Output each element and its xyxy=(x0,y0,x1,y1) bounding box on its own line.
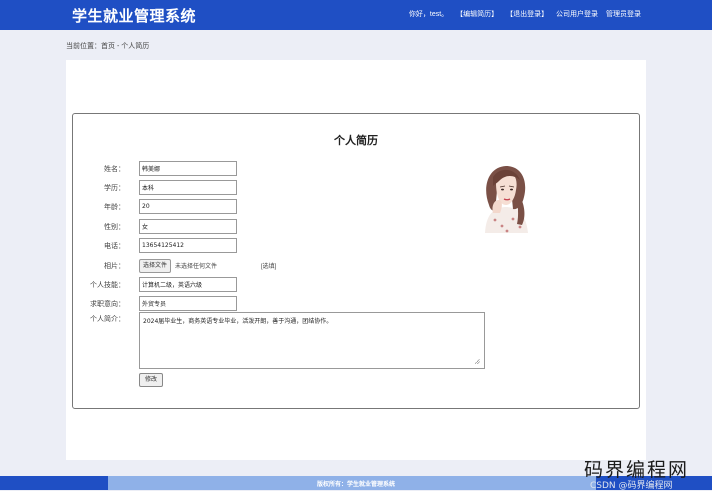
choose-file-button[interactable]: 选择文件 xyxy=(139,259,172,273)
skills-input[interactable] xyxy=(139,277,237,292)
intro-label: 个人简介： xyxy=(90,316,125,323)
site-title: 学生就业管理系统 xyxy=(72,7,197,25)
file-status-text: 未选择任何文件 xyxy=(175,264,218,270)
intro-textarea[interactable]: 2024届毕业生，商务英语专业毕业，活泼开朗，善于沟通，团结协作。 xyxy=(139,312,485,369)
modify-button[interactable]: 修改 xyxy=(139,373,164,387)
logout-link[interactable]: 【退出登录】 xyxy=(506,11,548,18)
gender-input[interactable] xyxy=(139,219,237,234)
resize-grip-icon[interactable] xyxy=(475,359,480,364)
name-input[interactable] xyxy=(139,161,237,176)
top-header: 学生就业管理系统 你好，test。 【编辑简历】 【退出登录】 公司用户登录 管… xyxy=(0,0,712,30)
form-title: 个人简历 xyxy=(334,134,378,147)
skills-label: 个人技能： xyxy=(90,282,125,289)
company-login-link[interactable]: 公司用户登录 xyxy=(556,11,598,18)
resume-form: 个人简历 姓名： 学历： 年龄： 性别： 电话： 相片： 选择文件 未选择任何文… xyxy=(72,113,640,409)
name-label: 姓名： xyxy=(104,166,125,173)
education-input[interactable] xyxy=(139,180,237,195)
top-nav: 你好，test。 【编辑简历】 【退出登录】 公司用户登录 管理员登录 xyxy=(409,9,641,19)
phone-label: 电话： xyxy=(104,243,125,250)
edit-resume-link[interactable]: 【编辑简历】 xyxy=(456,11,498,18)
phone-input[interactable] xyxy=(139,238,237,253)
content-panel: 个人简历 姓名： 学历： 年龄： 性别： 电话： 相片： 选择文件 未选择任何文… xyxy=(66,60,646,460)
optional-note: [选填] xyxy=(261,264,277,270)
user-greeting: 你好，test。 xyxy=(408,11,449,18)
avatar-photo xyxy=(471,161,539,233)
job-intention-label: 求职意向： xyxy=(90,301,125,308)
age-input[interactable] xyxy=(139,199,237,214)
education-label: 学历： xyxy=(104,185,125,192)
admin-login-link[interactable]: 管理员登录 xyxy=(606,11,641,18)
photo-label: 相片： xyxy=(104,263,125,270)
gender-label: 性别： xyxy=(104,224,125,231)
age-label: 年龄： xyxy=(104,204,125,211)
watermark-subtext: CSDN @码界编程网 xyxy=(590,481,673,491)
job-intention-input[interactable] xyxy=(139,296,237,311)
breadcrumb: 当前位置：首页 - 个人简历 xyxy=(66,43,150,50)
